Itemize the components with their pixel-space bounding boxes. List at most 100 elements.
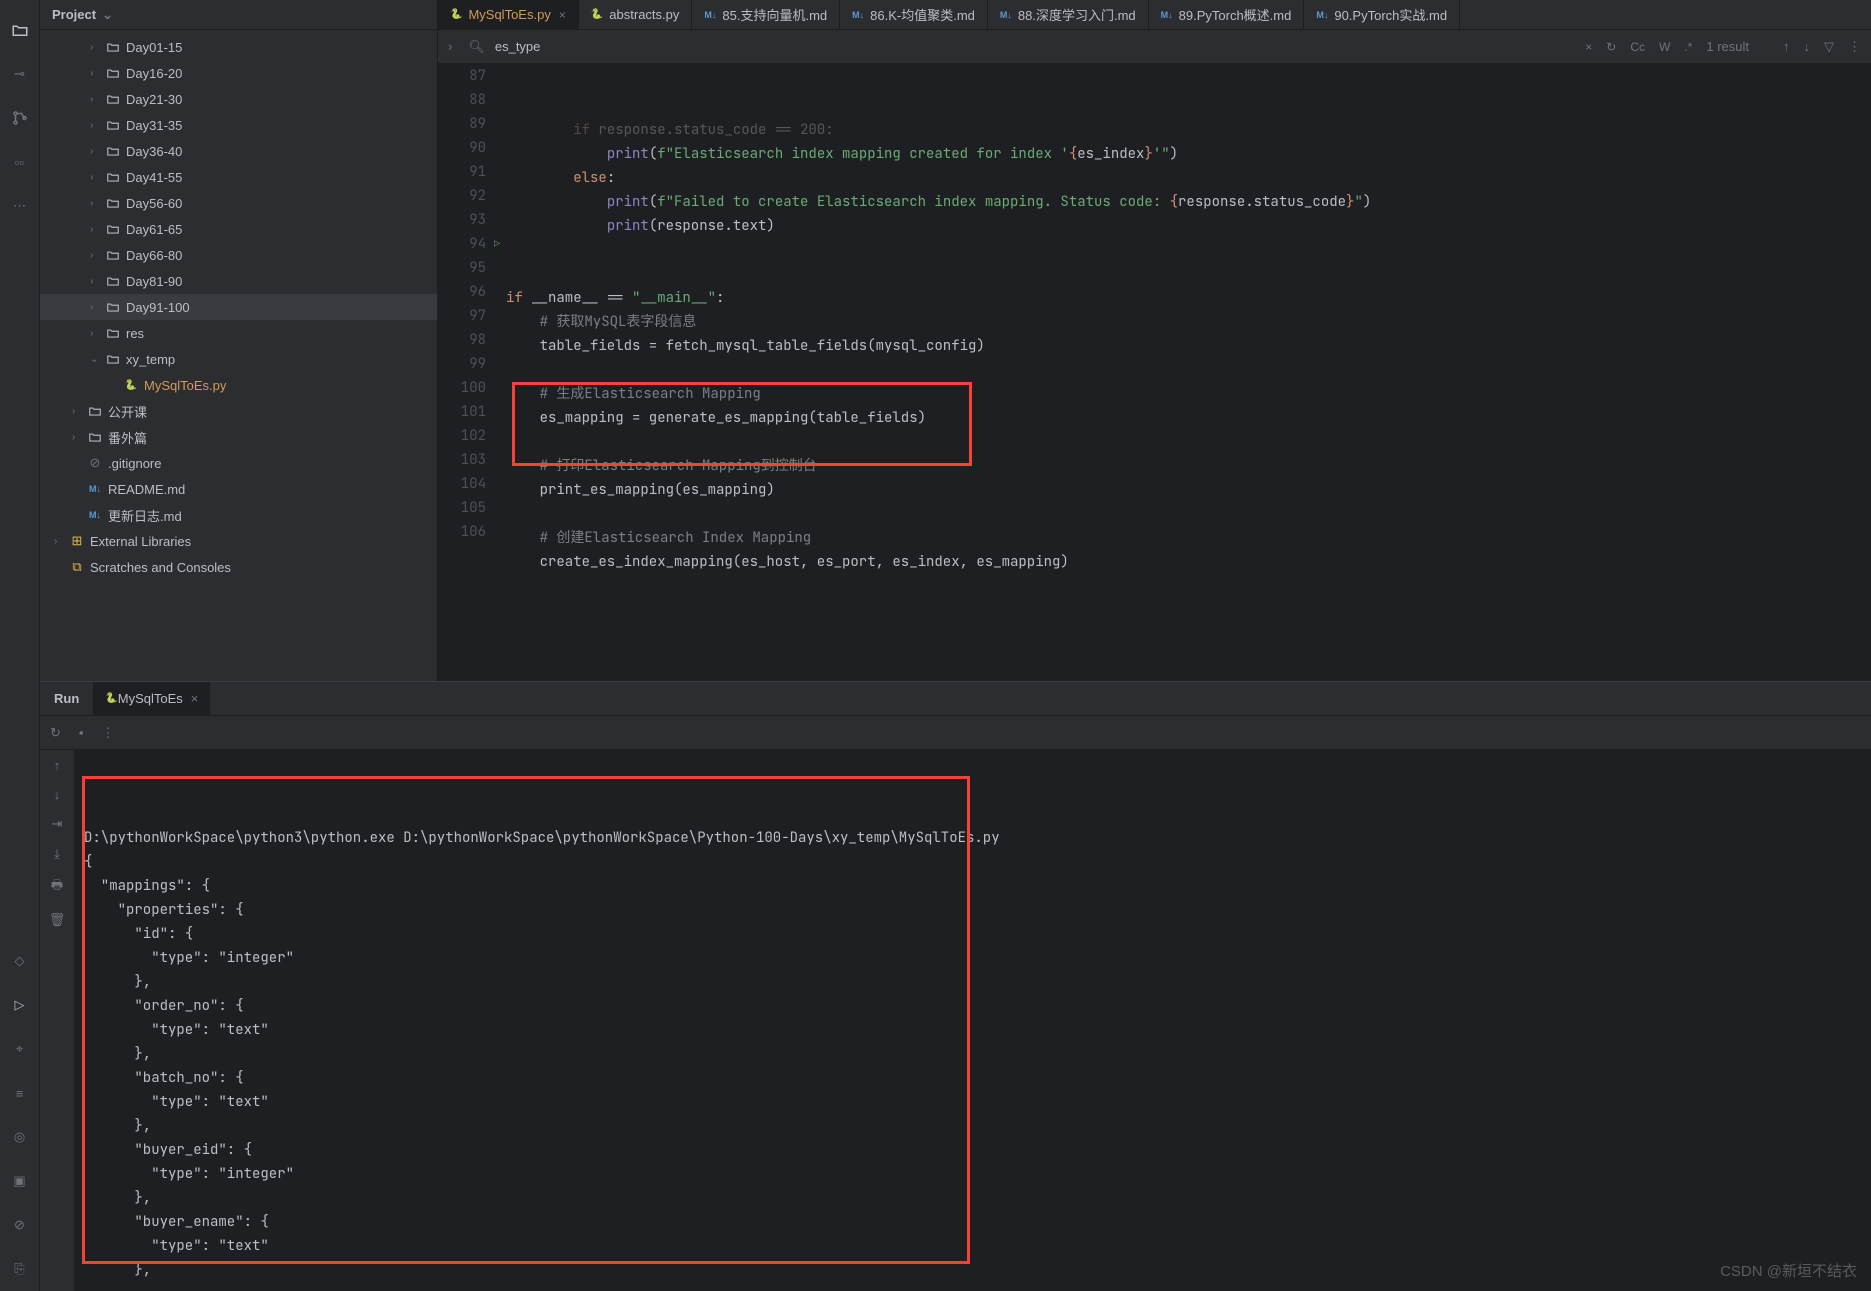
code-line[interactable]	[500, 502, 1871, 526]
line-number[interactable]: 102	[438, 424, 486, 448]
services-icon[interactable]: ≡	[8, 1081, 32, 1105]
tree-item[interactable]: ⌄xy_temp	[40, 346, 437, 372]
line-number[interactable]: 93	[438, 208, 486, 232]
tree-item[interactable]: 🐍MySqlToEs.py	[40, 372, 437, 398]
line-number[interactable]: 95	[438, 256, 486, 280]
tree-item[interactable]: M↓更新日志.md	[40, 502, 437, 528]
line-number[interactable]: 90	[438, 136, 486, 160]
tree-arrow-icon[interactable]: ›	[90, 198, 104, 209]
code-line[interactable]: table_fields = fetch_mysql_table_fields(…	[500, 334, 1871, 358]
find-match-case[interactable]: Cc	[1630, 40, 1645, 54]
line-number[interactable]: 103	[438, 448, 486, 472]
line-number[interactable]: 101	[438, 400, 486, 424]
line-number[interactable]: 96	[438, 280, 486, 304]
close-icon[interactable]: ×	[559, 8, 566, 22]
tree-arrow-icon[interactable]: ›	[54, 536, 68, 547]
tree-item[interactable]: ›Day21-30	[40, 86, 437, 112]
stop-icon[interactable]: ▪	[79, 725, 84, 740]
tree-item[interactable]: ›⊞External Libraries	[40, 528, 437, 554]
structure-icon[interactable]: ▫▫	[8, 150, 32, 174]
code-line[interactable]	[500, 262, 1871, 286]
console-output[interactable]: D:\pythonWorkSpace\python3\python.exe D:…	[74, 750, 1871, 1291]
find-clear-icon[interactable]: ×	[1585, 40, 1592, 54]
project-header[interactable]: Project ⌄	[40, 0, 437, 30]
tree-item[interactable]: ›番外篇	[40, 424, 437, 450]
find-expand-icon[interactable]: ›	[448, 39, 452, 54]
tree-arrow-icon[interactable]: ›	[90, 94, 104, 105]
tree-arrow-icon[interactable]: ›	[72, 432, 86, 443]
tree-arrow-icon[interactable]: ›	[90, 250, 104, 261]
editor-tab[interactable]: M↓90.PyTorch实战.md	[1304, 0, 1460, 29]
line-number[interactable]: 88	[438, 88, 486, 112]
tree-item[interactable]: ⧉Scratches and Consoles	[40, 554, 437, 580]
line-number[interactable]: 99	[438, 352, 486, 376]
code-line[interactable]: if __name__ == "__main__":	[500, 286, 1871, 310]
tree-item[interactable]: ›Day91-100	[40, 294, 437, 320]
vcs-icon[interactable]	[8, 106, 32, 130]
tree-arrow-icon[interactable]: ›	[90, 328, 104, 339]
find-prev-icon[interactable]: ↑	[1783, 39, 1790, 54]
code-line[interactable]: print(f"Elasticsearch index mapping crea…	[500, 142, 1871, 166]
editor-tab[interactable]: 🐍abstracts.py	[579, 0, 693, 29]
tree-item[interactable]: ›Day61-65	[40, 216, 437, 242]
rerun-icon[interactable]: ↻	[50, 725, 61, 741]
line-number[interactable]: 105	[438, 496, 486, 520]
soft-wrap-icon[interactable]: ⇥	[52, 816, 63, 832]
python-packages-icon[interactable]: ◎	[8, 1125, 32, 1149]
python-console-icon[interactable]: ◇	[8, 949, 32, 973]
tree-item[interactable]: ›Day41-55	[40, 164, 437, 190]
code-editor[interactable]: 8788899091929394959697989910010110210310…	[438, 64, 1871, 681]
code-line[interactable]	[500, 430, 1871, 454]
tree-item[interactable]: ›Day16-20	[40, 60, 437, 86]
tree-arrow-icon[interactable]: ›	[90, 146, 104, 157]
more-icon[interactable]: ⋮	[102, 725, 115, 741]
more-tools-icon[interactable]: ⋯	[8, 194, 32, 218]
code-line[interactable]: print(response.text)	[500, 214, 1871, 238]
find-filter-icon[interactable]: ▽	[1824, 39, 1834, 55]
tree-item[interactable]: ›res	[40, 320, 437, 346]
line-number[interactable]: 94	[438, 232, 486, 256]
code-line[interactable]: create_es_index_mapping(es_host, es_port…	[500, 550, 1871, 574]
code-line[interactable]	[500, 238, 1871, 262]
find-regex[interactable]: .*	[1684, 40, 1692, 54]
code-content[interactable]: if response.status_code == 200: print(f"…	[500, 64, 1871, 681]
tree-arrow-icon[interactable]: ›	[90, 224, 104, 235]
find-words[interactable]: W	[1659, 40, 1670, 54]
project-tool-icon[interactable]	[8, 18, 32, 42]
terminal-icon[interactable]: ▣	[8, 1169, 32, 1193]
tree-item[interactable]: ›Day81-90	[40, 268, 437, 294]
code-line[interactable]: if response.status_code == 200:	[500, 118, 1871, 142]
tree-arrow-icon[interactable]: ›	[90, 68, 104, 79]
editor-tab[interactable]: M↓88.深度学习入门.md	[988, 0, 1149, 29]
tree-arrow-icon[interactable]: ›	[90, 276, 104, 287]
line-number[interactable]: 100	[438, 376, 486, 400]
code-line[interactable]: # 创建Elasticsearch Index Mapping	[500, 526, 1871, 550]
code-line[interactable]: # 生成Elasticsearch Mapping	[500, 382, 1871, 406]
line-number[interactable]: 98	[438, 328, 486, 352]
trash-icon[interactable]: 🗑	[49, 912, 66, 928]
code-line[interactable]: print(f"Failed to create Elasticsearch i…	[500, 190, 1871, 214]
project-tree[interactable]: ›Day01-15›Day16-20›Day21-30›Day31-35›Day…	[40, 30, 437, 681]
editor-tab[interactable]: M↓85.支持向量机.md	[692, 0, 840, 29]
find-next-icon[interactable]: ↓	[1804, 39, 1811, 54]
find-input[interactable]	[495, 39, 845, 54]
problems-icon[interactable]: ⊘	[8, 1213, 32, 1237]
up-icon[interactable]: ↑	[54, 758, 61, 773]
code-line[interactable]: else:	[500, 166, 1871, 190]
line-number[interactable]: 89	[438, 112, 486, 136]
line-number[interactable]: 106	[438, 520, 486, 544]
line-number[interactable]: 91	[438, 160, 486, 184]
run-tool-icon[interactable]: ▷	[8, 993, 32, 1017]
find-history-icon[interactable]: ↻	[1606, 40, 1616, 54]
tree-item[interactable]: M↓README.md	[40, 476, 437, 502]
tree-arrow-icon[interactable]: ›	[90, 42, 104, 53]
tree-item[interactable]: ›Day36-40	[40, 138, 437, 164]
tree-arrow-icon[interactable]: ›	[90, 172, 104, 183]
find-more-icon[interactable]: ⋮	[1848, 39, 1861, 55]
code-line[interactable]	[500, 574, 1871, 598]
code-line[interactable]: # 打印Elasticsearch Mapping到控制台	[500, 454, 1871, 478]
tree-arrow-icon[interactable]: ›	[72, 406, 86, 417]
close-icon[interactable]: ×	[191, 691, 199, 706]
editor-tab[interactable]: 🐍MySqlToEs.py×	[438, 0, 579, 29]
print-icon[interactable]: 🖶	[51, 876, 63, 898]
